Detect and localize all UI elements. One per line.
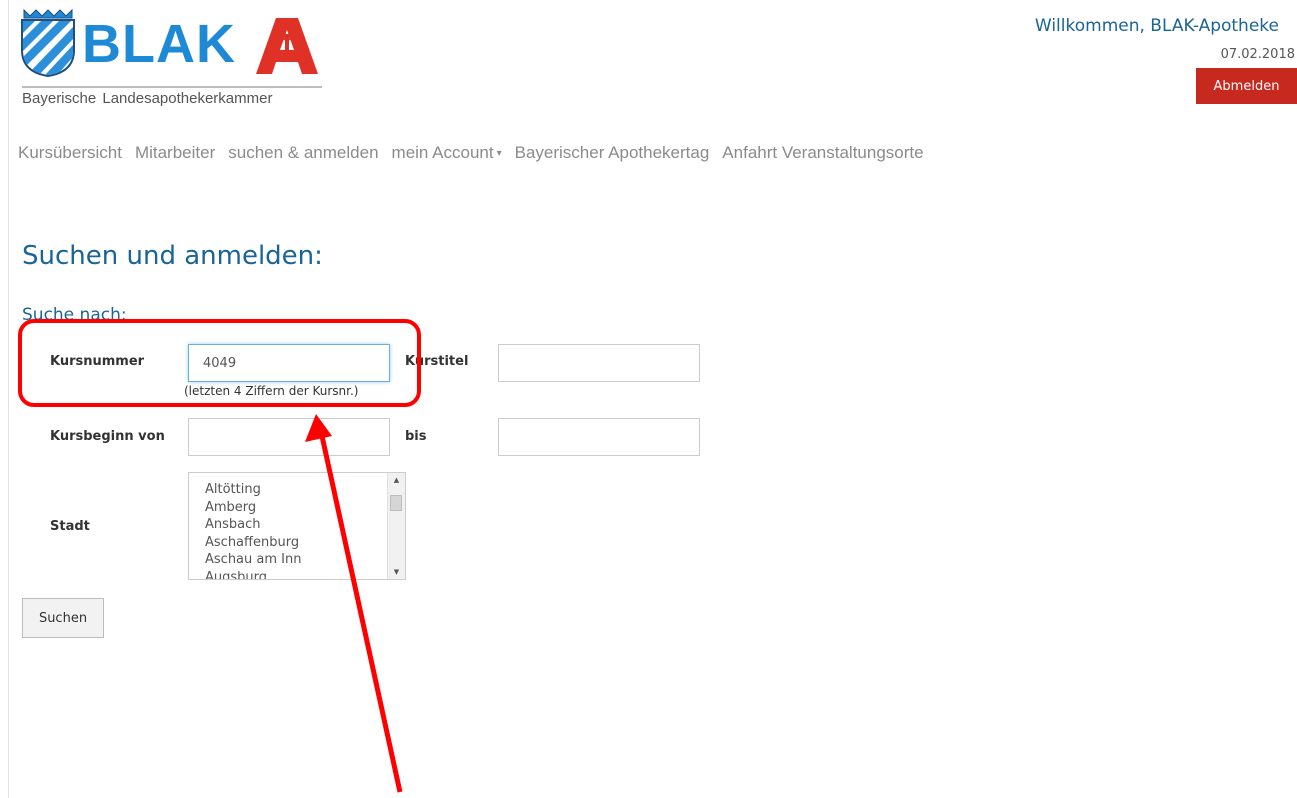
nav-item-apothekertag[interactable]: Bayerischer Apothekertag bbox=[515, 143, 710, 163]
nav-item-anfahrt[interactable]: Anfahrt Veranstaltungsorte bbox=[722, 143, 923, 163]
page-left-border bbox=[8, 0, 9, 798]
kurstitel-label: Kurstitel bbox=[405, 354, 469, 369]
stadt-option[interactable]: Augsburg bbox=[205, 569, 405, 579]
scroll-up-arrow-icon[interactable]: ▲ bbox=[388, 473, 405, 487]
welcome-message: Willkommen, BLAK-Apotheke bbox=[1034, 16, 1279, 36]
main-nav: Kursübersicht Mitarbeiter suchen & anmel… bbox=[18, 143, 937, 163]
nav-item-suchen-anmelden[interactable]: suchen & anmelden bbox=[228, 143, 378, 163]
logout-button[interactable]: Abmelden bbox=[1196, 68, 1297, 104]
nav-item-mein-account[interactable]: mein Account ▾ bbox=[392, 143, 502, 163]
apotheke-a-icon bbox=[256, 18, 318, 74]
kursbeginn-von-input[interactable] bbox=[188, 418, 390, 456]
caret-down-icon: ▾ bbox=[496, 148, 502, 160]
stadt-option[interactable]: Aschau am Inn bbox=[205, 551, 405, 569]
page-title: Suchen und anmelden: bbox=[22, 241, 323, 271]
search-button[interactable]: Suchen bbox=[22, 598, 104, 638]
logo-subtitle: Bayerische Landesapothekerkammer bbox=[22, 90, 273, 107]
kursnummer-label: Kursnummer bbox=[50, 354, 145, 369]
blak-logo[interactable]: BLAK Bayerische Landesapothekerkammer bbox=[18, 8, 328, 108]
logo-divider bbox=[22, 86, 322, 88]
kursnummer-hint: (letzten 4 Ziffern der Kursnr.) bbox=[184, 384, 359, 398]
stadt-option[interactable]: Altötting bbox=[205, 481, 405, 499]
bis-label: bis bbox=[405, 429, 427, 444]
nav-item-kursuebersicht[interactable]: Kursübersicht bbox=[18, 143, 122, 163]
kursnummer-input[interactable] bbox=[188, 344, 390, 382]
stadt-option[interactable]: Ansbach bbox=[205, 516, 405, 534]
stadt-option[interactable]: Aschaffenburg bbox=[205, 534, 405, 552]
stadt-listbox[interactable]: Altötting Amberg Ansbach Aschaffenburg A… bbox=[188, 472, 406, 580]
kursbeginn-label: Kursbeginn von bbox=[50, 429, 165, 444]
bavarian-crest-icon bbox=[21, 8, 75, 78]
nav-item-mitarbeiter[interactable]: Mitarbeiter bbox=[135, 143, 215, 163]
nav-item-mein-account-label: mein Account bbox=[391, 143, 494, 162]
listbox-scrollbar[interactable]: ▲ ▼ bbox=[387, 473, 405, 579]
scroll-down-arrow-icon[interactable]: ▼ bbox=[388, 565, 405, 579]
kurstitel-input[interactable] bbox=[498, 344, 700, 382]
annotation-overlay bbox=[18, 319, 421, 793]
stadt-label: Stadt bbox=[50, 519, 90, 534]
kursbeginn-bis-input[interactable] bbox=[498, 418, 700, 456]
scrollbar-thumb[interactable] bbox=[390, 495, 402, 511]
section-title: Suche nach: bbox=[22, 305, 127, 325]
stadt-option[interactable]: Amberg bbox=[205, 499, 405, 517]
current-date: 07.02.2018 bbox=[1220, 47, 1295, 62]
logo-wordmark: BLAK bbox=[82, 14, 236, 74]
